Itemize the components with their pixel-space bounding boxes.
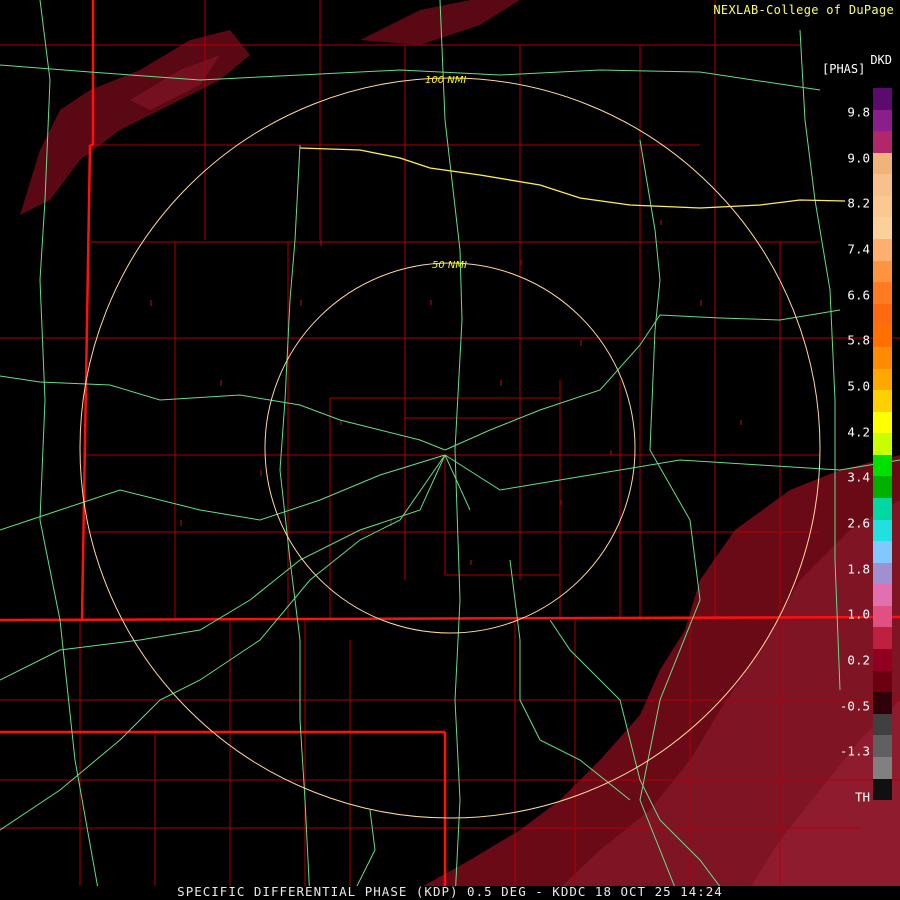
legend-color-segment [873, 519, 892, 542]
credit-text: NEXLAB-College of DuPage [713, 3, 894, 17]
radar-map: 100 NMI 50 NMI [0, 0, 900, 900]
legend-tick-label: 9.8 [847, 104, 870, 120]
legend-color-segment [873, 605, 892, 628]
legend-color-segment [873, 541, 892, 563]
legend-color-segment [873, 88, 892, 110]
legend-color-segment [873, 584, 892, 606]
legend-color-segment [873, 152, 892, 175]
legend-color-segment [873, 692, 892, 714]
legend-color-segment [873, 346, 892, 369]
legend-color-segment [873, 649, 892, 671]
legend-color-segment [873, 390, 892, 412]
legend-color-segment [873, 282, 892, 304]
legend-color-segment [873, 670, 892, 693]
legend-tick-label: TH [854, 789, 870, 805]
legend-color-segment [873, 756, 892, 779]
legend-tick-label: 9.0 [847, 150, 870, 166]
legend-color-segment [873, 713, 892, 736]
legend-color-segment [873, 303, 892, 326]
legend-product-code: DKD [870, 53, 892, 67]
legend-color-segment [873, 131, 892, 153]
legend-unit: [PHAS] [822, 62, 866, 76]
legend-tick-label: -0.5 [839, 698, 870, 714]
footer-title: SPECIFIC DIFFERENTIAL PHASE (KDP) 0.5 DE… [177, 884, 723, 899]
legend-color-segment [873, 476, 892, 498]
legend-tick-label: 0.2 [847, 652, 870, 668]
legend-color-segment [873, 433, 892, 455]
legend-tick-label: 1.0 [847, 606, 870, 622]
legend-color-segment [873, 109, 892, 132]
legend-tick-label: 7.4 [847, 241, 870, 257]
legend-color-segment [873, 239, 892, 261]
legend-color-segment [873, 497, 892, 520]
legend-color-segment [873, 217, 892, 240]
legend-tick-label: 1.8 [847, 561, 870, 577]
legend-color-segment [873, 368, 892, 391]
legend-color-segment [873, 454, 892, 477]
legend-color-segment [873, 627, 892, 650]
legend-color-segment [873, 174, 892, 196]
range-ring-50-label: 50 NMI [432, 260, 467, 271]
legend-color-segment [873, 195, 892, 218]
legend-ticks: 9.8 9.0 8.2 7.4 6.6 5.8 5.0 4.2 3.4 2.6 1.8 1.0 0.2 -… [826, 92, 870, 805]
legend-tick-label: 6.6 [847, 287, 870, 303]
range-ring-100-label: 100 NMI [425, 75, 466, 86]
legend-color-segment [873, 778, 892, 801]
legend-color-segment [873, 411, 892, 434]
legend-tick-label: 3.4 [847, 469, 870, 485]
legend-tick-label: 4.2 [847, 424, 870, 440]
legend-tick-label: 8.2 [847, 195, 870, 211]
legend-tick-label: -1.3 [839, 743, 870, 759]
legend-tick-label: 2.6 [847, 515, 870, 531]
legend-color-segment [873, 562, 892, 585]
legend-color-segment [873, 325, 892, 347]
legend-tick-label: 5.0 [847, 378, 870, 394]
legend-tick-label: 5.8 [847, 332, 870, 348]
legend-color-segment [873, 260, 892, 283]
legend-color-segment [873, 735, 892, 757]
legend-color-bar [873, 88, 892, 801]
